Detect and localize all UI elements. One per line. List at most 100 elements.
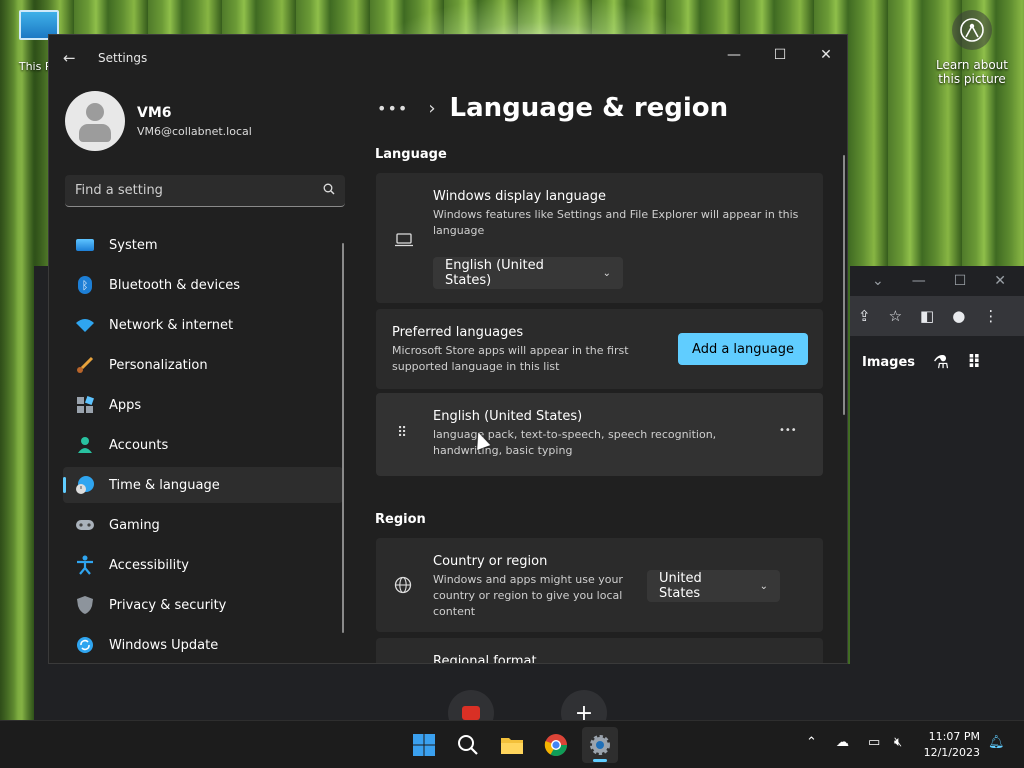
chevron-down-icon[interactable]: ⌄ xyxy=(872,273,884,289)
page-title: Language & region xyxy=(449,93,729,123)
minimize-icon[interactable]: — xyxy=(912,273,926,289)
preferred-languages-title: Preferred languages xyxy=(392,325,524,340)
sidebar-item-privacy[interactable]: Privacy & security xyxy=(63,587,343,623)
installed-language-row[interactable]: ⠿ English (United States) language pack,… xyxy=(376,393,823,476)
close-icon[interactable]: ✕ xyxy=(994,273,1006,289)
sidebar-item-label: Apps xyxy=(109,397,142,413)
menu-dots-icon[interactable]: ⋮ xyxy=(983,307,998,325)
shield-icon xyxy=(75,595,95,615)
volume-muted-icon[interactable]: 🔇︎ xyxy=(894,735,902,750)
section-header-language: Language xyxy=(375,147,447,162)
laptop-icon xyxy=(394,233,414,250)
chevron-up-icon[interactable]: ⌃ xyxy=(806,735,817,750)
close-button[interactable]: ✕ xyxy=(803,41,847,69)
sidebar-item-system[interactable]: System xyxy=(63,227,343,263)
drag-handle-icon[interactable]: ⠿ xyxy=(397,425,407,441)
learn-about-picture[interactable]: Learn about this picture xyxy=(932,10,1012,86)
star-icon[interactable]: ☆ xyxy=(889,307,902,325)
regional-format-title: Regional format xyxy=(433,654,537,664)
accessibility-icon xyxy=(75,555,95,575)
sidebar-item-gaming[interactable]: Gaming xyxy=(63,507,343,543)
preferred-languages-desc: Microsoft Store apps will appear in the … xyxy=(392,344,629,373)
avatar[interactable] xyxy=(65,91,125,151)
sidepanel-icon[interactable]: ◧ xyxy=(920,307,934,325)
sidebar-item-time-language[interactable]: Time & language xyxy=(63,467,343,503)
sidebar-item-label: Time & language xyxy=(109,477,220,493)
settings-taskbar-button[interactable] xyxy=(582,727,618,763)
sidebar-item-label: Accounts xyxy=(109,437,169,453)
sidebar-item-label: System xyxy=(109,237,158,253)
sidebar-item-personalization[interactable]: Personalization xyxy=(63,347,343,383)
folder-icon xyxy=(501,738,523,754)
country-region-title: Country or region xyxy=(433,554,548,569)
user-email: VM6@collabnet.local xyxy=(137,125,252,138)
avatar-body xyxy=(79,124,111,142)
maximize-icon[interactable]: ☐ xyxy=(954,273,967,289)
accounts-icon xyxy=(75,435,95,455)
user-name: VM6 xyxy=(137,105,172,121)
labs-flask-icon[interactable]: ⚗ xyxy=(933,352,949,373)
window-title: Settings xyxy=(98,51,148,65)
chevron-right-icon: › xyxy=(428,97,436,119)
notification-bell-icon[interactable]: 🔔︎ xyxy=(988,735,1005,750)
camera-icon xyxy=(952,10,992,50)
minimize-button[interactable]: — xyxy=(711,41,757,69)
system-icon xyxy=(75,235,95,255)
update-icon xyxy=(75,635,95,655)
images-link[interactable]: Images xyxy=(862,355,915,370)
regional-format-card[interactable]: Regional format xyxy=(376,638,823,664)
installed-language-title: English (United States) xyxy=(433,409,583,424)
brush-icon xyxy=(75,355,95,375)
taskbar: ⌃ ☁ ▭ 🔇︎ 11:07 PM 12/1/2023 🔔︎ xyxy=(0,720,1024,768)
time-language-icon xyxy=(75,475,95,495)
share-icon[interactable]: ⇪ xyxy=(858,307,871,325)
apps-grid-icon[interactable]: ⠿ xyxy=(967,352,981,373)
apps-icon xyxy=(75,395,95,415)
sidebar-item-network[interactable]: Network & internet xyxy=(63,307,343,343)
gamepad-icon xyxy=(75,515,95,535)
taskbar-clock[interactable]: 11:07 PM 12/1/2023 xyxy=(924,729,980,761)
sidebar-item-label: Accessibility xyxy=(109,557,189,573)
sidebar-item-label: Network & internet xyxy=(109,317,234,333)
browser-window-bottom xyxy=(34,664,850,720)
start-button[interactable] xyxy=(406,727,442,763)
sidebar-item-label: Gaming xyxy=(109,517,160,533)
wifi-icon xyxy=(75,315,95,335)
sidebar-item-accounts[interactable]: Accounts xyxy=(63,427,343,463)
chrome-button[interactable] xyxy=(538,727,574,763)
windows-logo-icon xyxy=(413,734,435,756)
avatar-head xyxy=(86,103,104,121)
clock-time: 11:07 PM xyxy=(928,730,980,743)
search-icon[interactable] xyxy=(323,183,335,198)
sidebar-item-label: Privacy & security xyxy=(109,597,227,613)
file-explorer-button[interactable] xyxy=(494,727,530,763)
sidebar-item-accessibility[interactable]: Accessibility xyxy=(63,547,343,583)
profile-icon[interactable]: ● xyxy=(952,307,965,325)
globe-icon xyxy=(394,576,412,597)
country-region-dropdown[interactable]: United States ⌄ xyxy=(647,570,780,602)
search-taskbar-button[interactable] xyxy=(450,727,486,763)
gear-icon xyxy=(590,735,610,755)
country-region-desc: Windows and apps might use your country … xyxy=(433,573,623,618)
browser-titlebar: ⌄ — ☐ ✕ xyxy=(850,266,1024,296)
dropdown-value: United States xyxy=(659,571,702,601)
sidebar-nav: System ᛒ Bluetooth & devices Network & i… xyxy=(63,227,343,663)
display-language-dropdown[interactable]: English (United States) ⌄ xyxy=(433,257,623,289)
network-icon[interactable]: ▭ xyxy=(868,735,880,750)
maximize-button[interactable]: ☐ xyxy=(757,41,803,69)
add-language-button[interactable]: Add a language xyxy=(678,333,808,365)
browser-window[interactable]: ⌄ — ☐ ✕ ⇪ ☆ ◧ ● ⋮ Images ⚗ ⠿ xyxy=(850,266,1024,720)
content-scrollbar[interactable] xyxy=(843,155,845,415)
chrome-icon xyxy=(544,734,567,756)
breadcrumb-more-button[interactable]: ••• xyxy=(377,99,408,118)
sidebar-item-apps[interactable]: Apps xyxy=(63,387,343,423)
settings-window: ← Settings — ☐ ✕ VM6 VM6@collabnet.local… xyxy=(48,34,848,664)
learn-label-1: Learn about xyxy=(936,58,1008,72)
more-options-button[interactable]: ••• xyxy=(779,425,797,436)
sidebar-item-windows-update[interactable]: Windows Update xyxy=(63,627,343,663)
search-input[interactable] xyxy=(65,175,315,205)
cloud-offline-icon[interactable]: ☁ xyxy=(836,735,849,750)
back-arrow-icon[interactable]: ← xyxy=(63,49,76,67)
sidebar-item-bluetooth[interactable]: ᛒ Bluetooth & devices xyxy=(63,267,343,303)
sidebar-scrollbar[interactable] xyxy=(342,243,344,633)
